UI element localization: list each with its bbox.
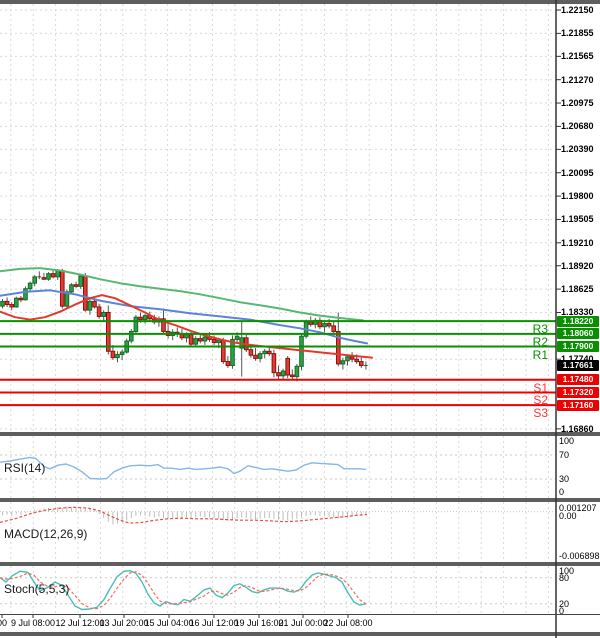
macd-plot[interactable] xyxy=(0,502,556,562)
trading-chart-window: RSI(14) MACD(12,26,9) Stoch(5,5,3) R3 R2 R… xyxy=(0,0,600,638)
time-axis[interactable] xyxy=(0,615,556,632)
main-price-plot[interactable] xyxy=(0,4,556,432)
stoch-plot[interactable] xyxy=(0,566,556,614)
rsi-plot[interactable] xyxy=(0,436,556,498)
price-axis[interactable] xyxy=(556,0,600,615)
